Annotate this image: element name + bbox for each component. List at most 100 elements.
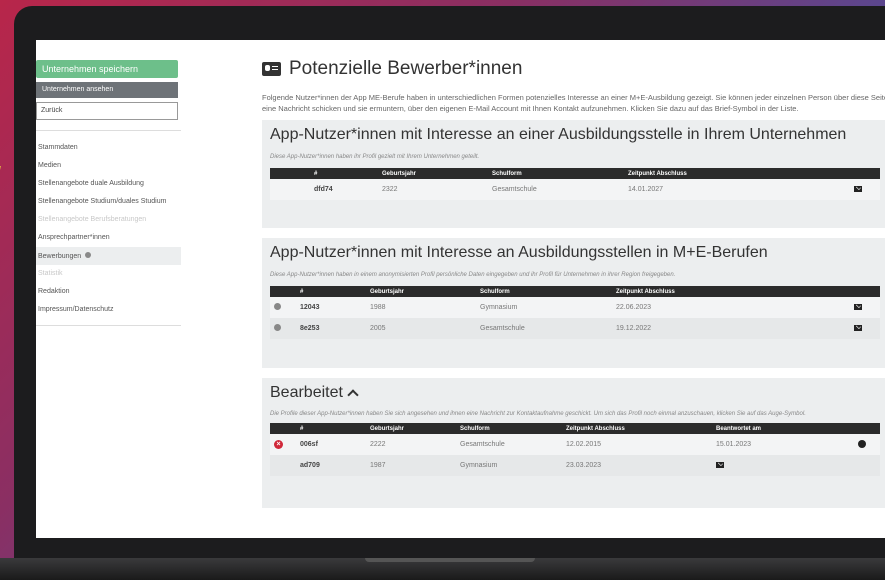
background-decoration: / <box>0 160 1 205</box>
status-dot-icon <box>274 303 281 310</box>
main-content: Potenzielle Bewerber*innen Folgende Nutz… <box>262 40 885 538</box>
table-cell: 2005 <box>366 318 476 339</box>
column-header: Geburtsjahr <box>366 286 476 297</box>
table-cell: 006sf <box>296 434 366 455</box>
section-processed: Bearbeitet Die Profile dieser App-Nutzer… <box>262 378 885 508</box>
sidebar-item-bewerbungen[interactable]: Bewerbungen <box>36 247 181 265</box>
table-cell: 19.12.2022 <box>612 318 850 339</box>
table-cell <box>854 434 880 455</box>
sidebar-item-studium[interactable]: Stellenangebote Studium/duales Studium <box>36 193 181 211</box>
section-me-interest: App-Nutzer*innen mit Interesse an Ausbil… <box>262 238 885 368</box>
table-row: ad709 1987 Gymnasium 23.03.2023 <box>270 455 880 476</box>
table-cell: ad709 <box>296 455 366 476</box>
column-header: Geburtsjahr <box>366 423 456 434</box>
section-company-interest: App-Nutzer*innen mit Interesse an einer … <box>262 120 885 228</box>
table-cell: Gymnasium <box>476 297 612 318</box>
column-header <box>854 423 880 434</box>
mail-icon[interactable] <box>716 461 724 468</box>
column-header <box>270 423 296 434</box>
table-cell: 2222 <box>366 434 456 455</box>
laptop-frame: Unternehmen speichern Unternehmen ansehe… <box>14 6 885 562</box>
table-cell: Gesamtschule <box>476 318 612 339</box>
table-cell: 14.01.2027 <box>624 179 850 200</box>
table-cell: 1987 <box>366 455 456 476</box>
table-cell <box>270 179 310 200</box>
column-header: Schulform <box>456 423 562 434</box>
column-header: Zeitpunkt Abschluss <box>612 286 850 297</box>
section-title: App-Nutzer*innen mit Interesse an einer … <box>270 126 847 143</box>
candidates-table: # Geburtsjahr Schulform Zeitpunkt Abschl… <box>270 168 880 200</box>
sidebar: Unternehmen speichern Unternehmen ansehe… <box>36 40 181 538</box>
sidebar-item-statistik: Statistik <box>38 270 63 277</box>
section-title[interactable]: Bearbeitet <box>270 384 880 402</box>
sidebar-item-ansprechpartner[interactable]: Ansprechpartner*innen <box>36 229 181 247</box>
section-title: App-Nutzer*innen mit Interesse an Ausbil… <box>270 244 768 261</box>
mail-icon[interactable] <box>854 324 862 331</box>
intro-text: Folgende Nutzer*innen der App ME-Berufe … <box>262 93 885 113</box>
table-header: # Geburtsjahr Schulform Zeitpunkt Abschl… <box>270 423 880 434</box>
table-cell: dfd74 <box>310 179 378 200</box>
table-row: × 006sf 2222 Gesamtschule 12.02.2015 15.… <box>270 434 880 455</box>
sidebar-item-redaktion[interactable]: Redaktion <box>36 283 181 301</box>
table-cell <box>270 318 296 339</box>
mail-icon[interactable] <box>854 185 862 192</box>
notification-dot-icon <box>85 252 92 258</box>
sidebar-divider <box>36 130 181 131</box>
page-title-text: Potenzielle Bewerber*innen <box>289 58 523 79</box>
sidebar-nav: Stammdaten Medien Stellenangebote duale … <box>36 139 181 319</box>
save-company-button[interactable]: Unternehmen speichern <box>36 60 178 78</box>
page-title: Potenzielle Bewerber*innen <box>262 58 885 80</box>
table-cell: 23.03.2023 <box>562 455 712 476</box>
candidates-table: # Geburtsjahr Schulform Zeitpunkt Abschl… <box>270 423 880 476</box>
table-cell <box>850 318 880 339</box>
sidebar-item-stammdaten[interactable]: Stammdaten <box>36 139 181 157</box>
table-cell <box>850 297 880 318</box>
view-company-button[interactable]: Unternehmen ansehen <box>36 82 178 98</box>
table-cell: 22.06.2023 <box>612 297 850 318</box>
app-screen: Unternehmen speichern Unternehmen ansehe… <box>36 40 885 538</box>
delete-icon[interactable]: × <box>274 440 283 449</box>
section-description: Diese App-Nutzer*innen haben ihr Profil … <box>270 154 480 160</box>
table-cell <box>850 179 880 200</box>
section-description: Diese App-Nutzer*innen haben in einem an… <box>270 272 676 278</box>
table-row: 8e253 2005 Gesamtschule 19.12.2022 <box>270 318 880 339</box>
table-cell: 2322 <box>378 179 488 200</box>
sidebar-item-berufsberatungen: Stellenangebote Berufsberatungen <box>38 216 147 223</box>
column-header: Schulform <box>476 286 612 297</box>
sidebar-divider-bottom <box>36 325 181 326</box>
column-header: # <box>296 286 366 297</box>
column-header <box>270 286 296 297</box>
column-header: Beantwortet am <box>712 423 854 434</box>
laptop-notch <box>365 558 535 562</box>
table-cell: Gesamtschule <box>488 179 624 200</box>
table-cell: 8e253 <box>296 318 366 339</box>
section-description: Die Profile dieser App-Nutzer*innen habe… <box>270 411 806 417</box>
section-title-text: Bearbeitet <box>270 384 343 401</box>
table-cell <box>712 455 854 476</box>
table-cell <box>270 297 296 318</box>
column-header: Zeitpunkt Abschluss <box>624 168 850 179</box>
status-dot-icon <box>274 324 281 331</box>
chevron-up-icon[interactable] <box>347 389 359 401</box>
sidebar-item-duale-ausbildung[interactable]: Stellenangebote duale Ausbildung <box>36 175 181 193</box>
sidebar-item-impressum[interactable]: Impressum/Datenschutz <box>36 301 181 319</box>
sidebar-item-label: Bewerbungen <box>38 253 82 260</box>
candidates-table: # Geburtsjahr Schulform Zeitpunkt Abschl… <box>270 286 880 339</box>
table-cell: Gesamtschule <box>456 434 562 455</box>
eye-icon[interactable] <box>858 439 866 448</box>
laptop-base <box>0 558 885 580</box>
table-cell: 1988 <box>366 297 476 318</box>
table-cell: 15.01.2023 <box>712 434 854 455</box>
column-header <box>850 168 880 179</box>
back-link[interactable]: Zurück <box>36 102 178 120</box>
sidebar-item-medien[interactable]: Medien <box>36 157 181 175</box>
table-cell: × <box>270 434 296 455</box>
table-header: # Geburtsjahr Schulform Zeitpunkt Abschl… <box>270 286 880 297</box>
column-header: # <box>310 168 378 179</box>
table-row: 12043 1988 Gymnasium 22.06.2023 <box>270 297 880 318</box>
id-card-icon <box>262 62 281 76</box>
column-header: Schulform <box>488 168 624 179</box>
table-cell <box>854 455 880 476</box>
column-header <box>850 286 880 297</box>
mail-icon[interactable] <box>854 303 862 310</box>
